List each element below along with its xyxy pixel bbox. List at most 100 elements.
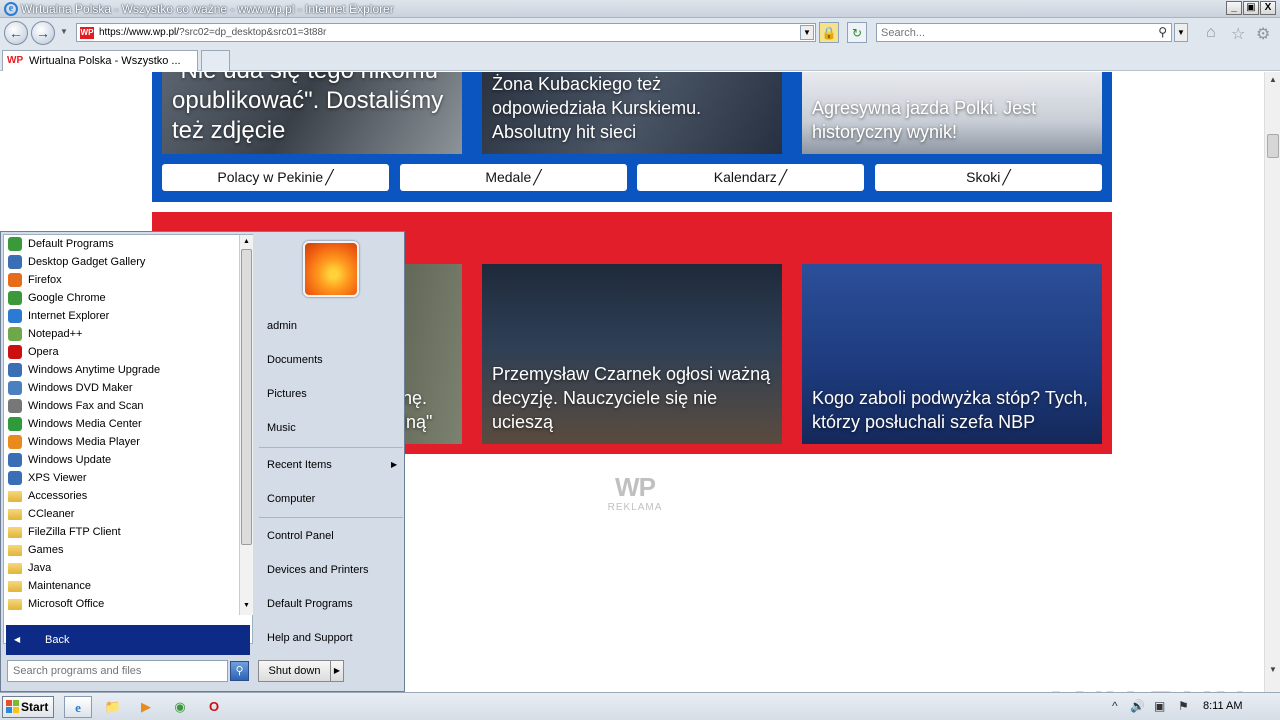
close-button[interactable]: X [1260,1,1276,15]
program-item[interactable]: Notepad++ [4,325,238,343]
program-item[interactable]: Maintenance [4,577,238,595]
shutdown-button[interactable]: Shut down [258,660,330,682]
link-polacy-w-pekinie[interactable]: Polacy w Pekinie ╱ [162,164,389,191]
menu-item-music[interactable]: Music [267,422,296,434]
taskbar: Start e 📁 ▶ ◉ O ^ 🔊 ▣ ⚑ 8:11 AM [0,692,1280,720]
address-url[interactable]: https://www.wp.pl/?src02=dp_desktop&src0… [99,27,326,38]
menu-item-default-programs[interactable]: Default Programs [267,598,353,610]
volume-icon[interactable]: 🔊 [1130,699,1145,713]
program-item[interactable]: Opera [4,343,238,361]
tab-wirtualna-polska[interactable]: WP Wirtualna Polska - Wszystko ... [2,50,198,71]
menu-item-recent-items[interactable]: Recent Items [267,459,332,471]
link-medale[interactable]: Medale ╱ [400,164,627,191]
minimize-button[interactable]: _ [1226,1,1242,15]
program-list-scrollbar[interactable]: ▲ ▼ [239,235,253,615]
navigation-bar: ← → ▼ WP https://www.wp.pl/?src02=dp_des… [0,18,1280,48]
program-item[interactable]: Accessories [4,487,238,505]
shutdown-options-arrow-icon[interactable]: ▶ [330,660,344,682]
advertisement[interactable]: WP REKLAMA [590,472,680,513]
folder-icon [8,509,22,520]
search-provider-dropdown-icon[interactable]: ▼ [1174,23,1188,42]
program-search-input[interactable] [8,661,223,681]
menu-item-control-panel[interactable]: Control Panel [267,530,334,542]
news-card[interactable]: Kogo zaboli podwyżka stóp? Tych, którzy … [802,264,1102,444]
new-tab-button[interactable] [201,50,230,71]
maximize-button[interactable]: ▣ [1243,1,1259,15]
program-item[interactable]: Java [4,559,238,577]
address-dropdown-icon[interactable]: ▼ [800,25,814,40]
start-menu-right-panel: admin Documents Pictures Music Recent It… [255,232,405,692]
user-avatar[interactable] [303,241,359,297]
scroll-thumb[interactable] [1267,134,1279,158]
menu-item-devices-printers[interactable]: Devices and Printers [267,564,369,576]
network-icon[interactable]: ▣ [1154,699,1165,713]
program-item[interactable]: Games [4,541,238,559]
page-scrollbar[interactable]: ▲ ▼ [1264,72,1280,692]
program-item[interactable]: Firefox [4,271,238,289]
menu-item-help-support[interactable]: Help and Support [267,632,353,644]
news-card[interactable]: Żona Kubackiego też odpowiedziała Kurski… [482,72,782,154]
clock[interactable]: 8:11 AM [1203,700,1243,712]
search-icon[interactable]: ⚲ [230,661,249,681]
program-item[interactable]: Windows Media Center [4,415,238,433]
scroll-down-icon[interactable]: ▼ [240,599,253,613]
scroll-thumb[interactable] [241,249,252,545]
refresh-icon[interactable]: ↻ [847,22,867,43]
forward-nav-button[interactable]: → [31,21,55,45]
program-item[interactable]: Microsoft Office [4,595,238,613]
back-button[interactable]: ◀ Back [6,625,250,655]
news-card-caption[interactable]: Przemysław Czarnek ogłosi ważną decyzję.… [492,362,772,434]
news-card-caption[interactable]: Żona Kubackiego też odpowiedziała Kurski… [492,72,772,144]
taskbar-explorer-icon[interactable]: 📁 [99,696,127,718]
taskbar-ie-icon[interactable]: e [64,696,92,718]
program-item[interactable]: FileZilla FTP Client [4,523,238,541]
url-host: https://www.wp.pl/ [99,27,180,38]
taskbar-media-player-icon[interactable]: ▶ [132,696,160,718]
news-card[interactable]: Agresywna jazda Polki. Jest historyczny … [802,72,1102,154]
tab-bar: WP Wirtualna Polska - Wszystko ... [0,48,1280,71]
program-item[interactable]: Windows Update [4,451,238,469]
menu-item-documents[interactable]: Documents [267,354,323,366]
search-icon[interactable]: ⚲ [1158,25,1167,39]
program-item[interactable]: XPS Viewer [4,469,238,487]
news-card-caption[interactable]: "Nie uda się tego nikomu opublikować". D… [172,72,452,146]
start-button[interactable]: Start [2,696,54,718]
news-card-caption[interactable]: Kogo zaboli podwyżka stóp? Tych, którzy … [812,386,1092,434]
program-item[interactable]: Default Programs [4,235,238,253]
link-skoki[interactable]: Skoki ╱ [875,164,1102,191]
program-item[interactable]: Windows Media Player [4,433,238,451]
search-input[interactable] [877,24,1147,41]
program-item[interactable]: Google Chrome [4,289,238,307]
scroll-down-icon[interactable]: ▼ [1265,662,1280,678]
news-card[interactable]: "Nie uda się tego nikomu opublikować". D… [162,72,462,154]
scroll-up-icon[interactable]: ▲ [1265,72,1280,88]
menu-item-pictures[interactable]: Pictures [267,388,307,400]
menu-item-computer[interactable]: Computer [267,493,315,505]
news-card[interactable]: Przemysław Czarnek ogłosi ważną decyzję.… [482,264,782,444]
home-icon[interactable]: ⌂ [1206,24,1216,42]
program-item[interactable]: CCleaner [4,505,238,523]
history-dropdown-icon[interactable]: ▼ [60,27,68,36]
menu-item-user[interactable]: admin [267,320,297,332]
program-item[interactable]: Desktop Gadget Gallery [4,253,238,271]
tray-expand-icon[interactable]: ^ [1112,699,1118,713]
scroll-up-icon[interactable]: ▲ [240,235,253,249]
address-bar[interactable]: WP https://www.wp.pl/?src02=dp_desktop&s… [76,23,816,42]
taskbar-chrome-icon[interactable]: ◉ [166,696,194,718]
link-kalendarz[interactable]: Kalendarz ╱ [637,164,864,191]
program-item[interactable]: Windows Fax and Scan [4,397,238,415]
program-item[interactable]: Windows Anytime Upgrade [4,361,238,379]
program-label: Google Chrome [28,292,106,304]
action-center-flag-icon[interactable]: ⚑ [1178,699,1189,713]
program-label: XPS Viewer [28,472,87,484]
program-item[interactable]: Windows DVD Maker [4,379,238,397]
tools-gear-icon[interactable]: ⚙ [1256,24,1270,44]
back-nav-button[interactable]: ← [4,21,28,45]
taskbar-opera-icon[interactable]: O [200,696,228,718]
favorites-star-icon[interactable]: ☆ [1231,24,1245,44]
program-search-box[interactable] [7,660,228,682]
program-item[interactable]: Internet Explorer [4,307,238,325]
lock-icon[interactable]: 🔒 [819,22,839,43]
search-box[interactable]: ⚲ [876,23,1172,42]
news-card-caption[interactable]: Agresywna jazda Polki. Jest historyczny … [812,96,1092,144]
